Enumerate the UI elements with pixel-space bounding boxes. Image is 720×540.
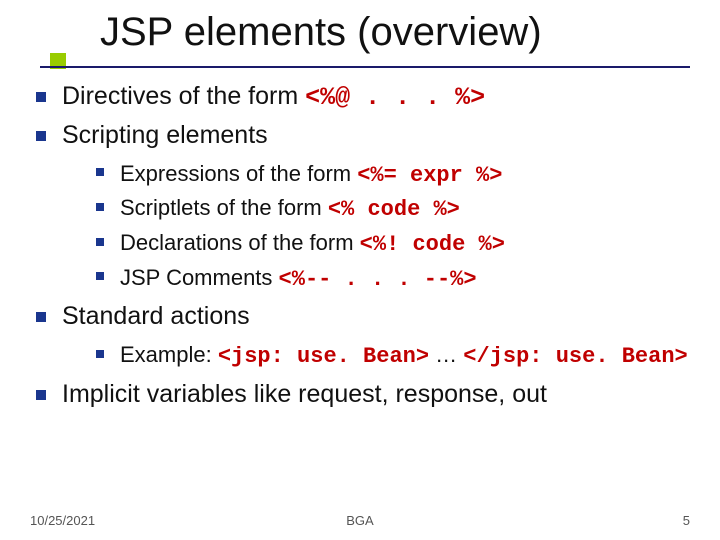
subbullet-example: Example: <jsp: use. Bean> … </jsp: use. … xyxy=(62,340,690,372)
code-snippet: </jsp: use. Bean> xyxy=(463,344,687,369)
bullet-text: Implicit variables like request, respons… xyxy=(62,380,547,408)
ellipsis: … xyxy=(429,342,463,367)
bullet-implicit-vars: Implicit variables like request, respons… xyxy=(30,378,690,412)
slide: JSP elements (overview) Directives of th… xyxy=(0,0,720,540)
bullet-text: Expressions of the form xyxy=(120,161,357,186)
footer-center: BGA xyxy=(0,513,720,528)
subbullet-expressions: Expressions of the form <%= expr %> xyxy=(62,159,690,191)
code-snippet: <%@ . . . %> xyxy=(305,83,485,112)
slide-title: JSP elements (overview) xyxy=(100,10,720,55)
subbullet-scriptlets: Scriptlets of the form <% code %> xyxy=(62,193,690,225)
bullet-text: Example: xyxy=(120,342,218,367)
code-snippet: <%= expr %> xyxy=(357,163,502,188)
bullet-text: Declarations of the form xyxy=(120,230,360,255)
bullet-scripting: Scripting elements Expressions of the fo… xyxy=(30,119,690,295)
bullet-text: Scriptlets of the form xyxy=(120,195,328,220)
slide-body: Directives of the form <%@ . . . %> Scri… xyxy=(30,80,690,415)
code-snippet: <jsp: use. Bean> xyxy=(218,344,429,369)
subbullet-declarations: Declarations of the form <%! code %> xyxy=(62,228,690,260)
code-snippet: <% code %> xyxy=(328,197,460,222)
title-area: JSP elements (overview) xyxy=(0,10,720,55)
footer: 10/25/2021 BGA 5 xyxy=(0,513,720,528)
bullet-standard-actions: Standard actions Example: <jsp: use. Bea… xyxy=(30,300,690,371)
bullet-directives: Directives of the form <%@ . . . %> xyxy=(30,80,690,115)
title-underline xyxy=(40,66,690,68)
bullet-text: Scripting elements xyxy=(62,121,268,149)
bullet-text: JSP Comments xyxy=(120,265,279,290)
code-snippet: <%! code %> xyxy=(360,232,505,257)
subbullet-comments: JSP Comments <%-- . . . --%> xyxy=(62,263,690,295)
bullet-text: Directives of the form xyxy=(62,82,305,110)
bullet-text: Standard actions xyxy=(62,302,250,330)
code-snippet: <%-- . . . --%> xyxy=(279,267,477,292)
sub-bullet-list: Example: <jsp: use. Bean> … </jsp: use. … xyxy=(62,340,690,372)
sub-bullet-list: Expressions of the form <%= expr %> Scri… xyxy=(62,159,690,295)
bullet-list: Directives of the form <%@ . . . %> Scri… xyxy=(30,80,690,411)
